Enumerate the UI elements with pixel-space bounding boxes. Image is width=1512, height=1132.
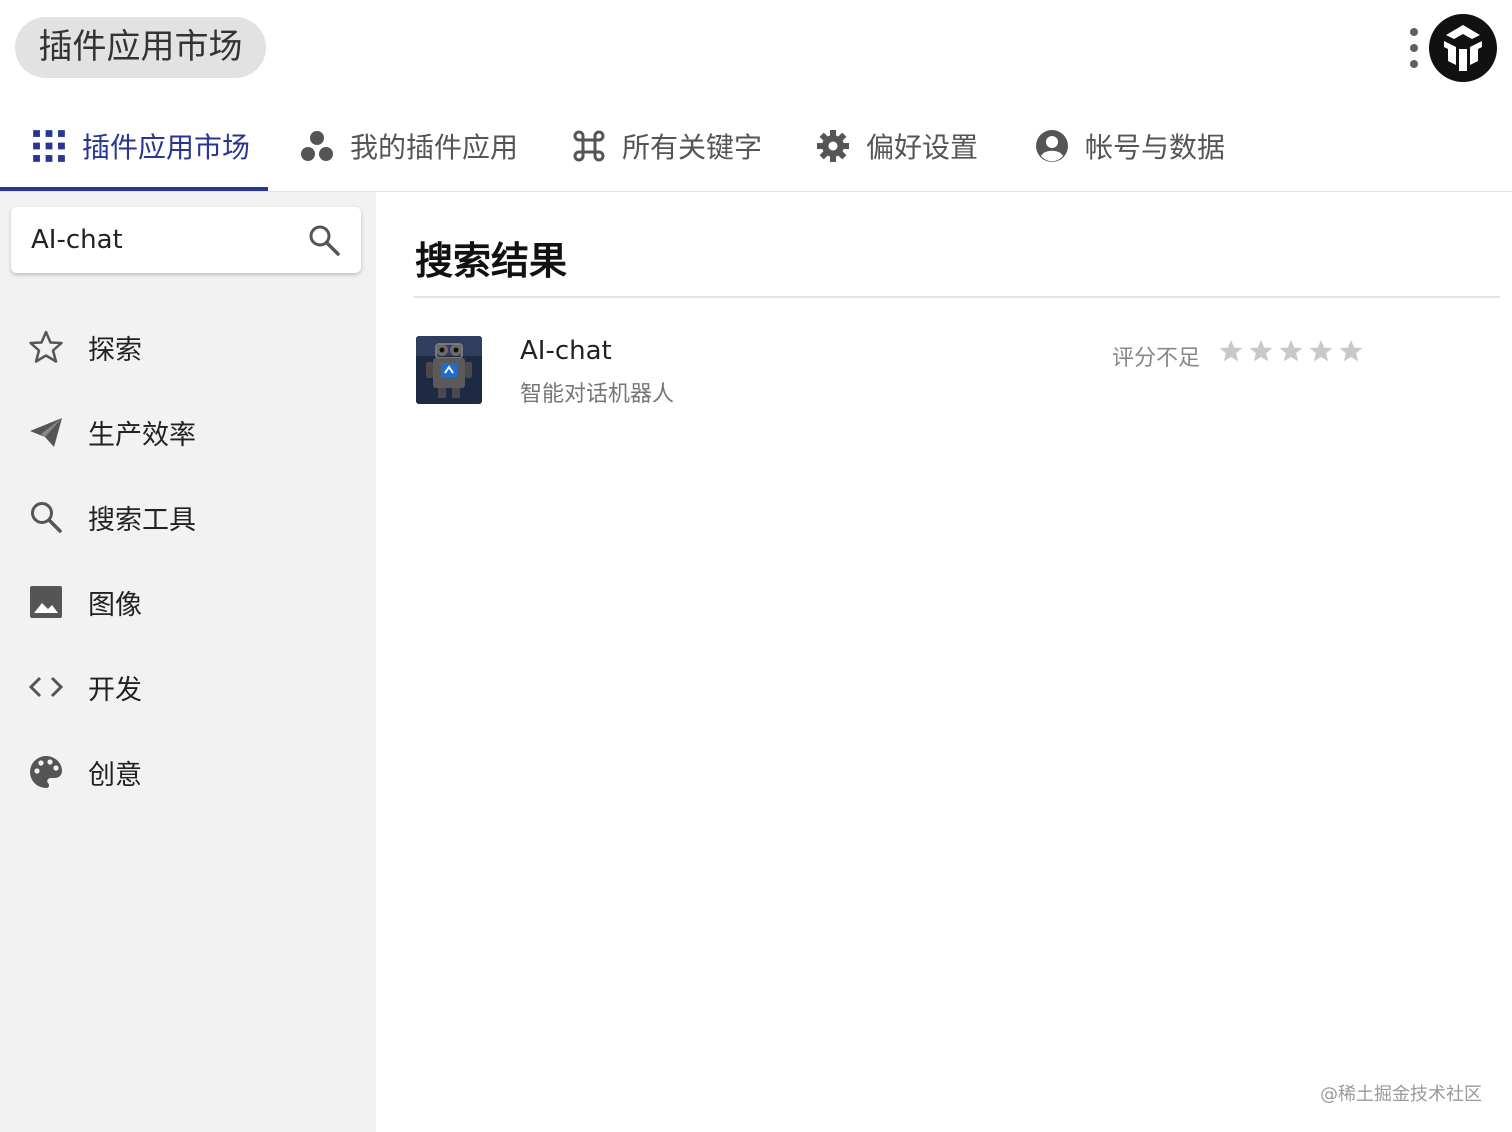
sidebar-item-explore[interactable]: 探索 (0, 312, 376, 382)
tab-preferences[interactable]: 偏好设置 (816, 100, 978, 191)
star-icon (1309, 340, 1333, 362)
robot-icon (416, 336, 482, 404)
star-outline-icon (29, 330, 63, 363)
divider (414, 296, 1500, 298)
tab-label: 帐号与数据 (1085, 130, 1226, 164)
gear-icon (817, 129, 849, 162)
sidebar-item-images[interactable]: 图像 (0, 567, 376, 637)
plugin-title: AI-chat (520, 336, 612, 366)
code-icon (28, 676, 64, 698)
tab-label: 插件应用市场 (82, 130, 251, 164)
sidebar-item-creative[interactable]: 创意 (0, 737, 376, 807)
plugin-result-row[interactable]: AI-chat 智能对话机器人 评分不足 (414, 334, 1414, 407)
sidebar-item-label: 生产效率 (88, 419, 196, 451)
watermark: @稀土掘金技术社区 (1320, 1084, 1482, 1105)
tab-bar: 插件应用市场 我的插件应用 所有关键字 偏好设置 帐号与数据 (0, 100, 1512, 192)
more-vertical-icon[interactable] (1402, 26, 1426, 70)
sidebar-item-development[interactable]: 开发 (0, 652, 376, 722)
bubbles-icon (301, 130, 333, 161)
search-icon (31, 502, 62, 533)
tab-label: 我的插件应用 (350, 130, 519, 164)
send-icon (30, 418, 62, 447)
tab-my-plugins[interactable]: 我的插件应用 (300, 100, 518, 191)
sidebar-item-label: 探索 (88, 334, 142, 366)
sidebar-item-label: 搜索工具 (88, 504, 196, 536)
app-title[interactable]: 插件应用市场 (15, 17, 266, 78)
main-content: 搜索结果 AI-chat 智能对话机器人 评分不足 @稀土掘金技术社区 (376, 192, 1512, 1132)
top-bar: 插件应用市场 (0, 0, 1512, 96)
tab-plugin-market[interactable]: 插件应用市场 (32, 100, 250, 191)
star-icon (1339, 340, 1363, 362)
tab-label: 偏好设置 (866, 130, 979, 164)
sidebar: 探索 生产效率 搜索工具 图像 (0, 192, 376, 1132)
search-input[interactable] (31, 207, 301, 273)
star-icon (1249, 340, 1273, 362)
account-circle-icon (1036, 129, 1068, 162)
tab-label: 所有关键字 (622, 130, 763, 164)
tab-all-keywords[interactable]: 所有关键字 (572, 100, 762, 191)
search-box (11, 207, 361, 273)
search-icon[interactable] (307, 223, 341, 257)
app-window: 插件应用市场 插件应用市场 我的插件应用 所有关键字 偏好设置 帐号与数据 AI… (0, 0, 1512, 1132)
sidebar-item-label: 创意 (88, 759, 142, 791)
sidebar-item-productivity[interactable]: 生产效率 (0, 397, 376, 467)
command-icon (573, 130, 605, 161)
sidebar-item-label: 图像 (88, 589, 142, 621)
sidebar-item-search-tools[interactable]: 搜索工具 (0, 482, 376, 552)
rating-status: 评分不足 (1112, 346, 1201, 371)
star-icon (1219, 340, 1243, 362)
palette-icon (30, 756, 62, 788)
app-logo-icon[interactable] (1428, 13, 1498, 83)
sidebar-item-label: 开发 (88, 674, 142, 706)
active-tab-indicator (0, 187, 268, 191)
star-icon (1279, 340, 1303, 362)
page-title: 搜索结果 (415, 239, 568, 283)
apps-grid-icon (33, 129, 65, 162)
tab-account-data[interactable]: 帐号与数据 (1035, 100, 1225, 191)
star-rating (1218, 338, 1368, 364)
plugin-description: 智能对话机器人 (520, 382, 675, 407)
image-icon (30, 586, 62, 618)
